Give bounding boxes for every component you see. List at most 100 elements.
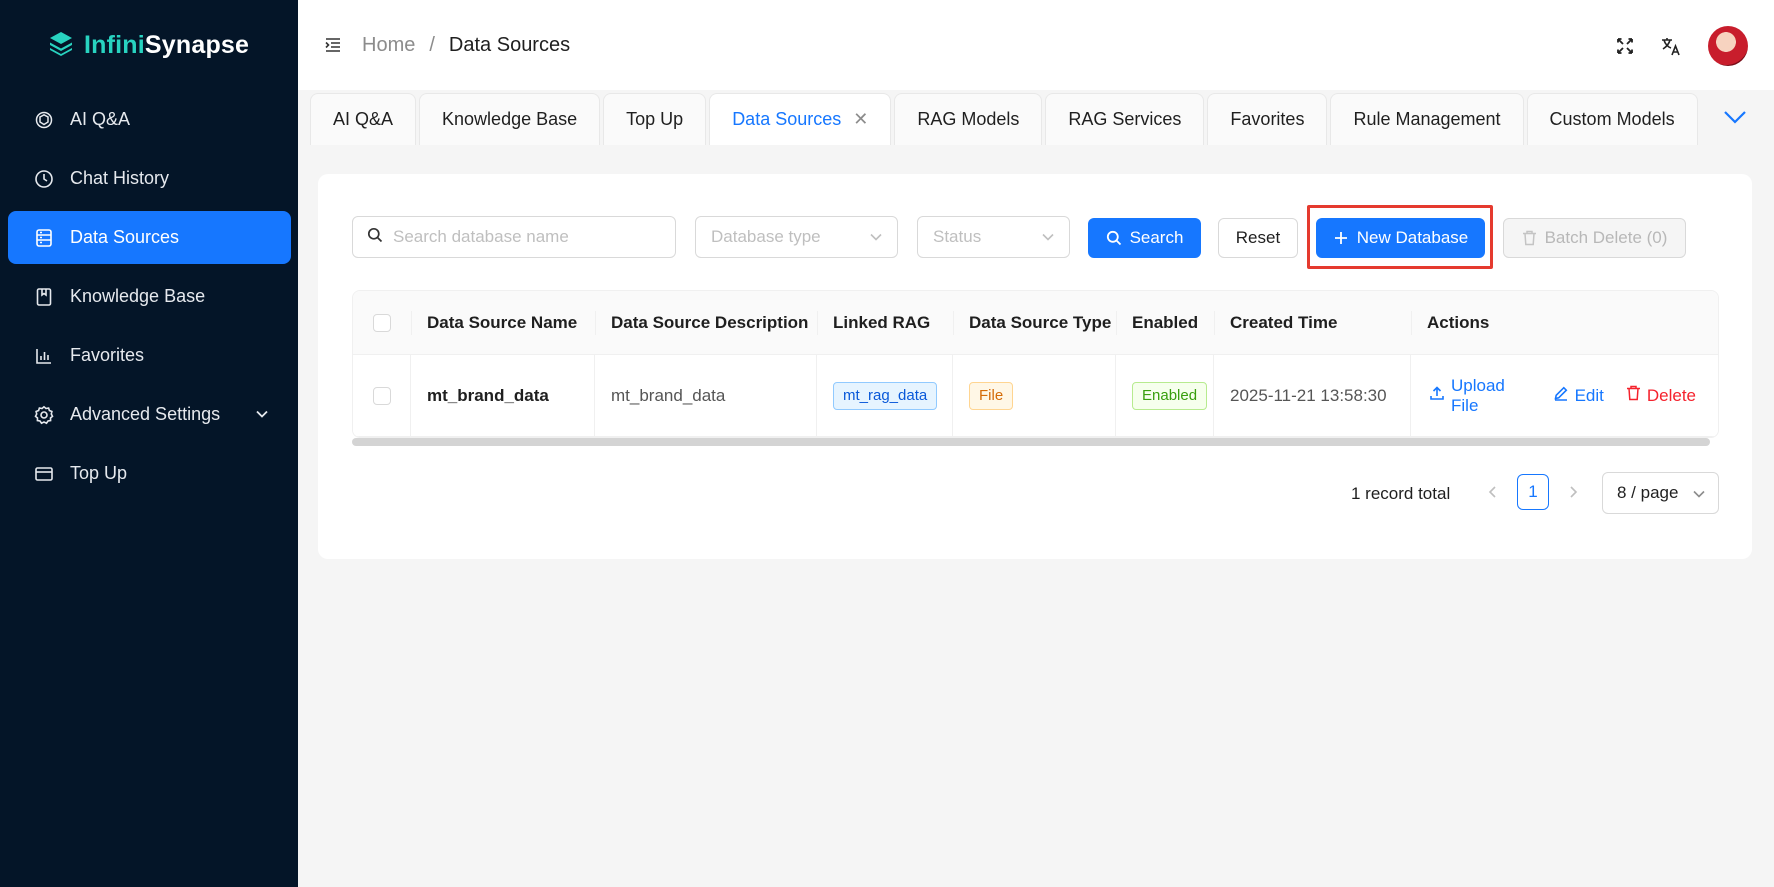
chevron-down-icon (1692, 486, 1706, 506)
batch-delete-label: Batch Delete (0) (1544, 228, 1668, 247)
header-actions (1602, 26, 1748, 66)
sidebar-item-ai-qa[interactable]: AI Q&A (8, 93, 291, 146)
tab-label: Rule Management (1353, 109, 1501, 129)
app-logo[interactable]: InfiniSynapse (48, 28, 249, 62)
row-checkbox-cell (353, 355, 411, 436)
table-row: mt_brand_data mt_brand_data mt_rag_data … (353, 355, 1718, 437)
column-header[interactable]: Data Source Type (953, 291, 1116, 354)
column-header: Actions (1411, 291, 1718, 354)
column-header[interactable]: Data Source Name (411, 291, 595, 354)
tab-bar: AI Q&A Knowledge Base Top Up Data Source… (310, 93, 1698, 145)
tab-rule-management[interactable]: Rule Management (1330, 93, 1524, 145)
openai-icon (34, 110, 54, 130)
column-header[interactable]: Data Source Description (595, 291, 817, 354)
chevron-down-icon (869, 229, 883, 249)
bar-chart-icon (34, 346, 54, 366)
cell-type: File (953, 355, 1116, 436)
tab-ai-qa[interactable]: AI Q&A (310, 93, 417, 145)
layers-logo-icon (48, 30, 74, 61)
tab-knowledge-base[interactable]: Knowledge Base (419, 93, 601, 145)
sidebar-item-label: Chat History (70, 168, 170, 188)
delete-link[interactable]: Delete (1626, 385, 1696, 406)
sidebar-item-label: Favorites (70, 345, 145, 365)
page-size-select[interactable]: 8 / page (1602, 472, 1719, 514)
sidebar-item-knowledge-base[interactable]: Knowledge Base (8, 270, 291, 323)
tab-favorites[interactable]: Favorites (1207, 93, 1328, 145)
sidebar-item-label: Knowledge Base (70, 286, 206, 306)
sidebar-item-label: Top Up (70, 463, 128, 483)
horizontal-scrollbar[interactable] (352, 438, 1710, 446)
app-name: InfiniSynapse (84, 31, 249, 60)
status-placeholder: Status (933, 227, 982, 246)
database-icon (34, 228, 54, 248)
tab-label: Custom Models (1549, 109, 1675, 129)
search-icon (367, 227, 383, 248)
edit-label: Edit (1574, 385, 1604, 405)
chevron-down-icon (1041, 229, 1055, 249)
sidebar: InfiniSynapse AI Q&A Chat History Data S… (0, 0, 298, 887)
sidebar-item-advanced-settings[interactable]: Advanced Settings (8, 388, 291, 441)
tab-rag-models[interactable]: RAG Models (894, 93, 1043, 145)
sidebar-item-chat-history[interactable]: Chat History (8, 152, 291, 205)
app-name-suffix: Synapse (144, 30, 250, 59)
linked-rag-tag: mt_rag_data (833, 381, 938, 410)
reset-button-label: Reset (1235, 228, 1281, 247)
sidebar-item-label: Data Sources (70, 227, 180, 247)
tab-custom-models[interactable]: Custom Models (1526, 93, 1698, 145)
tab-top-up[interactable]: Top Up (603, 93, 707, 145)
menu-fold-icon[interactable] (324, 36, 342, 59)
top-bar: Home / Data Sources (298, 0, 1774, 90)
tab-data-sources[interactable]: Data Sources ✕ (709, 93, 892, 145)
enabled-tag: Enabled (1132, 381, 1208, 410)
sidebar-item-top-up[interactable]: Top Up (8, 447, 291, 500)
chevron-down-icon[interactable] (255, 405, 269, 426)
app-name-prefix: Infini (84, 30, 145, 59)
tab-label: RAG Models (917, 109, 1020, 129)
cell-name: mt_brand_data (411, 355, 595, 436)
fullscreen-icon[interactable] (1602, 26, 1648, 66)
cell-linked-rag: mt_rag_data (817, 355, 953, 436)
trash-icon (1626, 385, 1641, 406)
highlight-box (1307, 205, 1493, 269)
database-type-select[interactable]: Database type (695, 216, 898, 258)
translate-icon[interactable] (1648, 26, 1694, 66)
tab-rag-services[interactable]: RAG Services (1045, 93, 1205, 145)
clock-icon (34, 169, 54, 189)
user-avatar[interactable] (1708, 26, 1748, 66)
sidebar-item-data-sources[interactable]: Data Sources (8, 211, 291, 264)
cell-actions: Upload File Edit Delete (1411, 355, 1718, 436)
column-header[interactable]: Linked RAG (817, 291, 953, 354)
search-button[interactable]: Search (1088, 218, 1201, 258)
search-icon (1106, 230, 1122, 246)
column-header[interactable]: Created Time (1214, 291, 1411, 354)
prev-page-icon[interactable] (1477, 474, 1509, 510)
edit-link[interactable]: Edit (1553, 385, 1604, 406)
sidebar-nav: AI Q&A Chat History Data Sources Knowled… (8, 93, 291, 506)
breadcrumb-current: Data Sources (448, 34, 571, 56)
sidebar-item-favorites[interactable]: Favorites (8, 329, 291, 382)
next-page-icon[interactable] (1557, 474, 1589, 510)
tabs-more-chevron-icon[interactable] (1722, 106, 1748, 133)
close-icon[interactable]: ✕ (853, 109, 868, 130)
column-header[interactable]: Enabled (1116, 291, 1214, 354)
reset-button[interactable]: Reset (1218, 218, 1298, 258)
tab-label: Top Up (626, 109, 684, 129)
tab-label: Knowledge Base (442, 109, 578, 129)
page-size-value: 8 / page (1617, 483, 1679, 502)
cell-enabled: Enabled (1116, 355, 1214, 436)
tab-label: Data Sources (732, 109, 842, 129)
tab-label: RAG Services (1068, 109, 1182, 129)
page-number-button[interactable]: 1 (1517, 474, 1549, 510)
batch-delete-button[interactable]: Batch Delete (0) (1503, 218, 1686, 258)
select-all-checkbox[interactable] (373, 313, 391, 332)
status-select[interactable]: Status (917, 216, 1070, 258)
wallet-icon (34, 464, 54, 484)
search-input[interactable]: Search database name (352, 216, 676, 258)
table-header: Data Source Name Data Source Description… (353, 291, 1718, 355)
breadcrumb-home[interactable]: Home (362, 34, 415, 57)
tab-label: Favorites (1230, 109, 1305, 129)
trash-icon (1522, 230, 1537, 246)
upload-file-link[interactable]: Upload File (1429, 376, 1531, 416)
row-checkbox[interactable] (372, 386, 391, 405)
cell-description: mt_brand_data (595, 355, 817, 436)
